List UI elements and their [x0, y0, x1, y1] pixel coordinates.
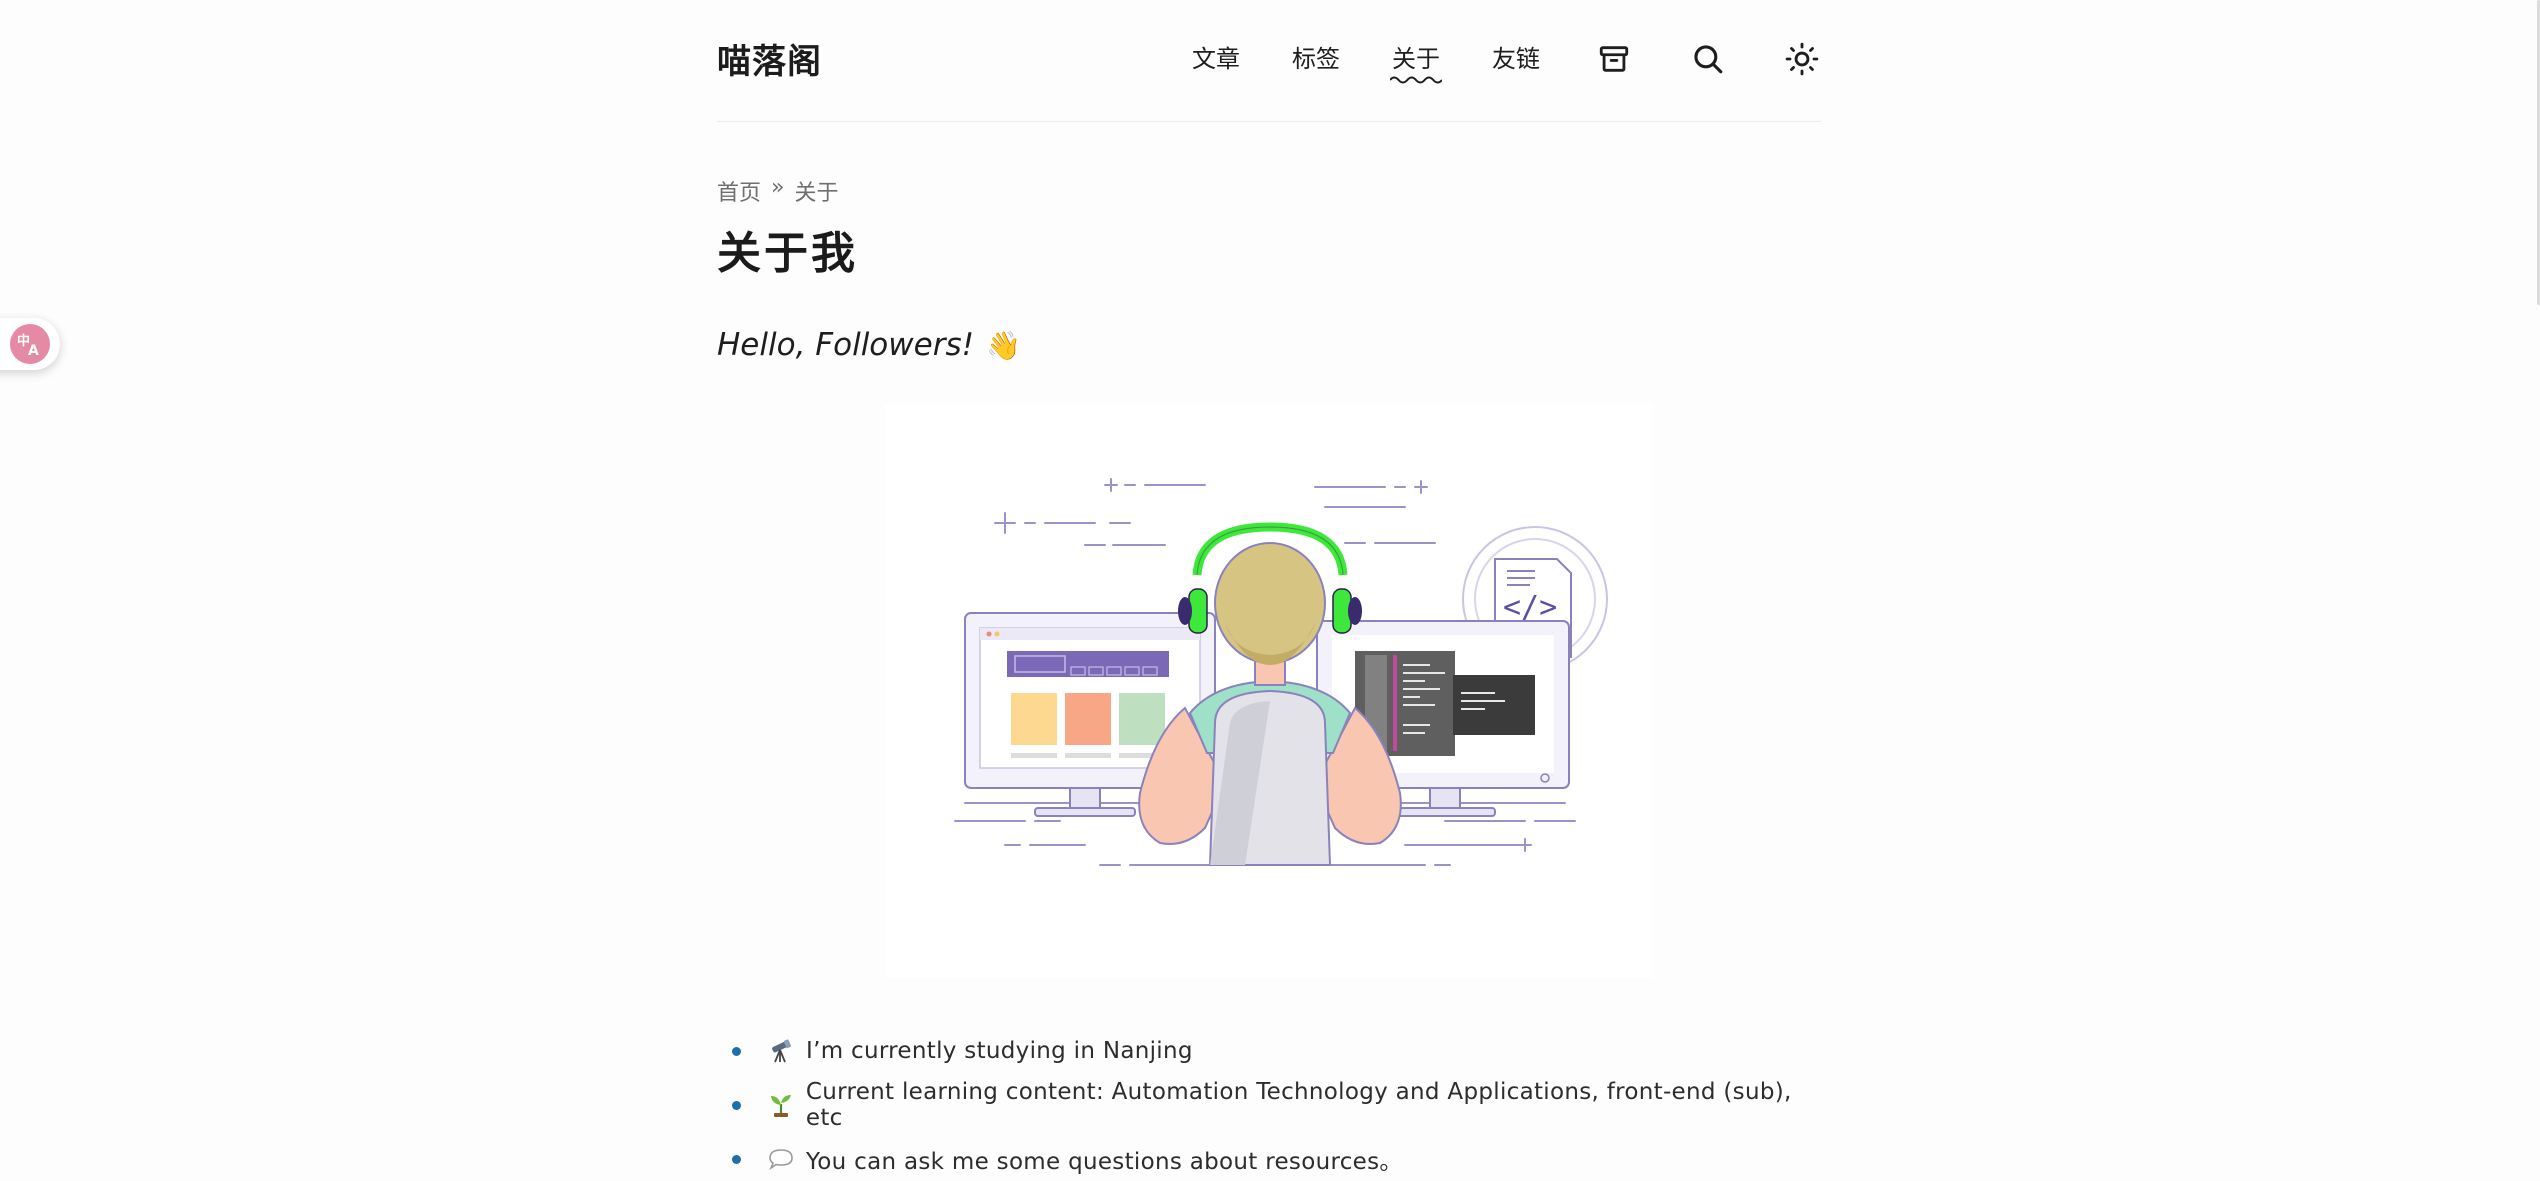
- list-item-text: I’m currently studying in Nanjing: [806, 1038, 1193, 1064]
- breadcrumb-current: 关于: [794, 181, 839, 206]
- speech-bubble-icon: [768, 1146, 794, 1172]
- site-logo[interactable]: 喵落阁: [717, 34, 822, 83]
- main-nav: 文章 标签 关于 友链: [1192, 29, 1821, 89]
- developer-illustration: </>: [885, 403, 1652, 978]
- list-item-text: You can ask me some questions about reso…: [806, 1149, 1403, 1175]
- archive-icon[interactable]: [1595, 40, 1633, 78]
- svg-text:A: A: [28, 343, 39, 359]
- waving-hand-icon: 👋: [986, 328, 1021, 362]
- bullet-dot: [732, 1154, 741, 1164]
- nav-link-tags[interactable]: 标签: [1292, 29, 1340, 89]
- bullet-dot: [732, 1046, 741, 1056]
- active-wave-underline: [1390, 76, 1442, 83]
- breadcrumb: 首页 » 关于: [717, 175, 1821, 207]
- about-list: I’m currently studying in Nanjing Curren…: [717, 1024, 1821, 1181]
- list-item: Current learning content: Automation Tec…: [717, 1078, 1821, 1132]
- breadcrumb-home[interactable]: 首页: [717, 175, 761, 207]
- bullet-dot: [732, 1100, 741, 1110]
- nav-link-about[interactable]: 关于: [1390, 29, 1442, 89]
- list-item: I’m currently studying in Nanjing: [717, 1024, 1821, 1078]
- nav-link-about-label: 关于: [1392, 44, 1440, 73]
- greeting-label: Hello, Followers!: [717, 327, 975, 363]
- breadcrumb-separator: »: [771, 175, 785, 200]
- telescope-icon: [768, 1038, 794, 1064]
- site-header: 喵落阁 文章 标签 关于 友链: [717, 0, 1821, 122]
- list-item: You can ask me some questions about reso…: [717, 1132, 1821, 1181]
- nav-link-friends[interactable]: 友链: [1492, 29, 1540, 89]
- page-title: 关于我: [717, 228, 858, 279]
- seedling-icon: [768, 1092, 794, 1118]
- greeting-text: Hello, Followers! 👋: [717, 327, 1821, 363]
- svg-text:</>: </>: [1503, 590, 1557, 625]
- translate-icon: 中 A: [10, 324, 50, 364]
- nav-link-articles[interactable]: 文章: [1192, 29, 1240, 89]
- list-item-text: Current learning content: Automation Tec…: [805, 1079, 1792, 1131]
- main-container: 喵落阁 文章 标签 关于 友链 首页 » 关于 关于我 Hello, Follo…: [717, 0, 1821, 363]
- search-icon[interactable]: [1689, 40, 1727, 78]
- translate-button[interactable]: 中 A: [0, 318, 60, 370]
- theme-toggle-icon[interactable]: [1783, 40, 1821, 78]
